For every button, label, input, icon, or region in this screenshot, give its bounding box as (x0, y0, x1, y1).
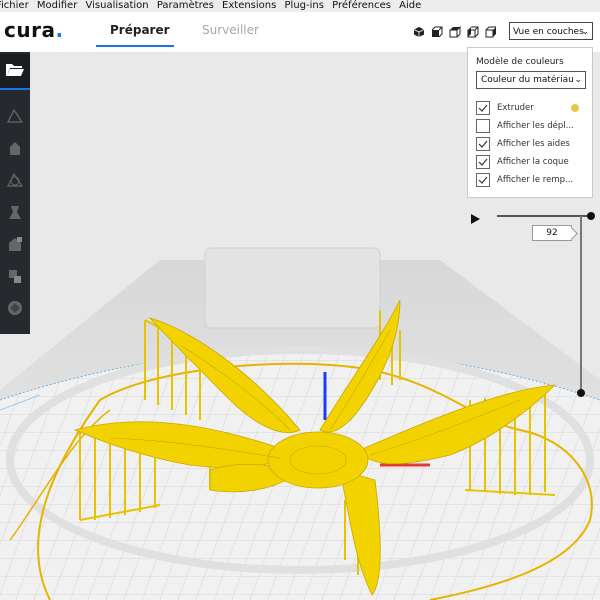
per-model-settings-icon (6, 235, 24, 257)
color-scheme-panel: Modèle de couleurs Couleur du matériau ⌄… (467, 47, 593, 198)
show-infill-label: Afficher le remp... (497, 175, 574, 185)
layer-slider-bottom-handle[interactable] (577, 389, 585, 397)
show-shell-label: Afficher la coque (497, 157, 569, 167)
layer-3d-icon (6, 299, 24, 321)
top-view-icon[interactable] (448, 25, 462, 39)
show-helpers-label: Afficher les aides (497, 139, 570, 149)
logo-text: cura (4, 18, 56, 42)
menu-preferences[interactable]: Préférences (332, 0, 391, 12)
support-blocker-button[interactable] (0, 262, 30, 294)
play-icon (470, 210, 481, 229)
extruder-label: Extruder (497, 103, 534, 113)
view-type-select[interactable]: Vue en couches ⌄ (509, 22, 593, 40)
show-infill-checkbox[interactable] (476, 173, 490, 187)
show-travels-row[interactable]: Afficher les dépl... (476, 118, 574, 134)
path-slider[interactable] (497, 212, 595, 220)
show-travels-checkbox[interactable] (476, 119, 490, 133)
show-helpers-row[interactable]: Afficher les aides (476, 136, 570, 152)
color-scheme-select[interactable]: Couleur du matériau ⌄ (476, 71, 586, 89)
camera-view-buttons (412, 25, 498, 39)
menu-edit[interactable]: Modifier (37, 0, 77, 12)
front-view-icon[interactable] (430, 25, 444, 39)
menu-settings[interactable]: Paramètres (157, 0, 214, 12)
cura-logo: cura. (4, 18, 64, 42)
path-slider-handle[interactable] (587, 212, 595, 220)
color-scheme-title: Modèle de couleurs (476, 57, 564, 67)
scale-tool-button[interactable] (0, 134, 30, 166)
rotate-tool-button[interactable] (0, 166, 30, 198)
chevron-down-icon: ⌄ (581, 27, 589, 37)
chevron-down-icon: ⌄ (574, 75, 582, 85)
translate-tool-button[interactable] (0, 102, 30, 134)
active-tab-indicator (96, 45, 174, 47)
tab-prepare[interactable]: Préparer (110, 23, 170, 37)
menu-extensions[interactable]: Extensions (222, 0, 276, 12)
layer-3d-button[interactable] (0, 294, 30, 326)
view-type-value: Vue en couches (513, 27, 584, 37)
per-model-settings-button[interactable] (0, 230, 30, 262)
show-infill-row[interactable]: Afficher le remp... (476, 172, 573, 188)
show-travels-label: Afficher les dépl... (497, 121, 574, 131)
support-blocker-icon (6, 267, 24, 289)
color-scheme-value: Couleur du matériau (481, 75, 574, 85)
mirror-tool-button[interactable] (0, 198, 30, 230)
left-view-icon[interactable] (466, 25, 480, 39)
menu-help[interactable]: Aide (399, 0, 421, 12)
simulation-play-button[interactable] (470, 210, 481, 229)
menu-file[interactable]: Fichier (0, 0, 29, 12)
show-shell-row[interactable]: Afficher la coque (476, 154, 569, 170)
printhead-outline (204, 247, 381, 329)
mirror-tool-icon (6, 203, 24, 225)
logo-dot: . (55, 18, 64, 42)
layer-number-input[interactable]: 92 (532, 225, 572, 241)
folder-open-icon (5, 61, 25, 81)
layer-slider[interactable] (577, 216, 585, 397)
extruder-checkbox[interactable] (476, 101, 490, 115)
extruder-row[interactable]: Extruder (476, 100, 586, 116)
open-file-button[interactable] (0, 54, 30, 90)
rotate-tool-icon (6, 171, 24, 193)
extruder-color-swatch (571, 104, 579, 112)
menu-view[interactable]: Visualisation (86, 0, 149, 12)
tab-monitor[interactable]: Surveiller (202, 23, 259, 37)
scale-tool-icon (6, 139, 24, 161)
app-header: cura. Préparer Surveiller Vue en couches… (0, 12, 600, 52)
translate-tool-icon (6, 107, 24, 129)
show-shell-checkbox[interactable] (476, 155, 490, 169)
tool-sidebar (0, 52, 30, 334)
3d-view-icon[interactable] (412, 25, 426, 39)
menu-plugins[interactable]: Plug-ins (285, 0, 324, 12)
right-view-icon[interactable] (484, 25, 498, 39)
show-helpers-checkbox[interactable] (476, 137, 490, 151)
menu-bar: Fichier Modifier Visualisation Paramètre… (0, 0, 600, 12)
